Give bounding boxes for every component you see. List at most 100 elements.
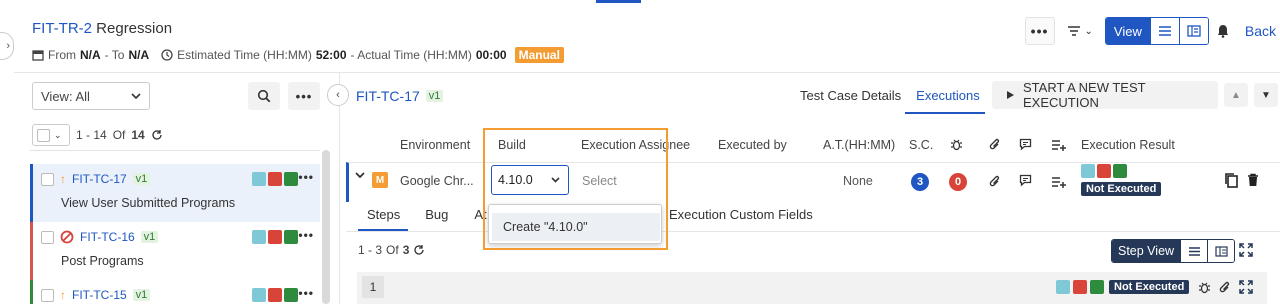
expand-sidebar-button[interactable]: › — [0, 32, 14, 60]
split-view-icon[interactable] — [1207, 240, 1235, 262]
row-more-button[interactable]: ••• — [298, 170, 314, 184]
manual-badge: Manual — [514, 47, 564, 63]
manual-type-badge: M — [372, 172, 388, 188]
list-view-icon[interactable] — [1149, 18, 1179, 44]
collapse-pane-button[interactable]: ‹ — [327, 84, 349, 106]
page-title: FIT-TR-2 Regression — [32, 20, 172, 37]
start-execution-label: START A NEW TEST EXECUTION — [1023, 80, 1146, 110]
comment-icon[interactable] — [1019, 174, 1032, 187]
col-execution-result: Execution Result — [1081, 138, 1175, 152]
row-checkbox[interactable] — [41, 230, 54, 244]
header-actions: ••• ⌄ View Back — [1024, 17, 1280, 45]
tab-bug[interactable]: Bug — [425, 207, 448, 222]
list-scrollbar[interactable] — [322, 150, 330, 304]
col-executed-by: Executed by — [718, 138, 787, 152]
filter-button[interactable]: ⌄ — [1063, 25, 1097, 37]
create-build-option[interactable]: Create "4.10.0" — [492, 213, 660, 241]
expand-icon[interactable] — [1239, 280, 1253, 294]
row-checkbox[interactable] — [41, 288, 54, 302]
steps-of-label: Of — [386, 243, 399, 257]
search-button[interactable] — [248, 82, 280, 110]
status-swatch — [252, 288, 266, 302]
row-more-button[interactable]: ••• — [298, 286, 314, 300]
tc-key[interactable]: FIT-TC-17 — [72, 172, 127, 186]
tc-key[interactable]: FIT-TC-16 — [80, 230, 135, 244]
previous-button[interactable]: ▲ — [1224, 83, 1248, 107]
pane-divider[interactable] — [339, 73, 340, 304]
attachment-icon — [989, 138, 1001, 151]
status-swatch — [268, 230, 282, 244]
chevron-right-icon: › — [6, 40, 10, 52]
active-nav-indicator — [596, 0, 641, 3]
tc-title: Post Programs — [61, 254, 144, 268]
chevron-down-icon — [131, 93, 141, 99]
list-item[interactable]: ↑ FIT-TC-15 v1 ••• — [30, 280, 320, 304]
col-assignee: Execution Assignee — [581, 138, 691, 152]
select-all-checkbox[interactable]: ⌄ — [32, 124, 70, 146]
split-view-icon[interactable] — [1178, 18, 1208, 44]
status-swatch — [1113, 164, 1127, 178]
more-actions-button[interactable]: ••• — [1024, 17, 1055, 45]
row-checkbox[interactable] — [41, 172, 54, 186]
status-swatch — [1090, 280, 1104, 294]
col-steps-count: S.C. — [909, 138, 934, 152]
tab-test-case-details[interactable]: Test Case Details — [800, 88, 901, 103]
attachment-icon[interactable] — [1219, 281, 1231, 294]
view-filter-select[interactable]: View: All — [32, 82, 150, 110]
next-button[interactable]: ▼ — [1254, 83, 1278, 107]
build-select[interactable]: 4.10.0 — [491, 165, 569, 195]
step-result[interactable]: Not Executed — [1056, 280, 1190, 294]
comment-icon — [1019, 138, 1032, 151]
assignee-select[interactable]: Select — [582, 174, 617, 188]
tab-steps[interactable]: Steps — [367, 207, 400, 222]
tab-attachments[interactable]: At — [474, 207, 486, 222]
result-status-badge: Not Executed — [1081, 182, 1162, 196]
tc-key[interactable]: FIT-TC-15 — [72, 288, 127, 302]
add-list-icon[interactable] — [1051, 175, 1067, 188]
delete-icon[interactable] — [1247, 173, 1259, 187]
search-icon — [257, 89, 271, 103]
view-label: View — [1105, 18, 1150, 44]
col-actual-time: A.T.(HH:MM) — [823, 138, 896, 152]
header-divider — [14, 72, 1280, 73]
build-value: 4.10.0 — [498, 173, 533, 187]
sub-tab-divider — [346, 231, 1280, 232]
tab-execution-custom-fields[interactable]: Execution Custom Fields — [669, 207, 813, 222]
execution-result[interactable]: Not Executed — [1081, 164, 1162, 196]
list-header: ⌄ 1 - 14 Of 14 — [32, 124, 163, 146]
start-execution-button[interactable]: START A NEW TEST EXECUTION — [992, 80, 1218, 110]
chevron-up-icon: ▲ — [1231, 89, 1241, 101]
status-swatch — [252, 172, 266, 186]
bug-icon[interactable] — [1198, 281, 1211, 294]
status-swatch — [268, 288, 282, 302]
row-more-button[interactable]: ••• — [298, 228, 314, 242]
from-value: N/A — [80, 48, 101, 62]
issue-key-link[interactable]: FIT-TR-2 — [32, 20, 92, 37]
status-swatch — [284, 288, 298, 302]
version-badge: v1 — [140, 231, 159, 243]
clock-icon — [161, 49, 173, 61]
steps-total: 3 — [402, 243, 410, 257]
status-swatch — [268, 172, 282, 186]
test-case-title: FIT-TC-17 v1 — [356, 88, 444, 104]
status-swatch — [284, 230, 298, 244]
list-view-icon[interactable] — [1180, 240, 1208, 262]
list-item[interactable]: ↑ FIT-TC-17 v1 View User Submitted Progr… — [30, 164, 320, 222]
status-swatches — [252, 230, 298, 244]
list-item[interactable]: FIT-TC-16 v1 Post Programs ••• — [30, 222, 320, 280]
result-swatches — [1081, 164, 1161, 178]
tc-key-link[interactable]: FIT-TC-17 — [356, 88, 420, 104]
expand-icon[interactable] — [1239, 243, 1253, 257]
defect-count-badge[interactable]: 0 — [949, 173, 967, 191]
tab-executions[interactable]: Executions — [916, 88, 980, 103]
detail-tabs: Test Case Details Executions — [800, 88, 980, 103]
copy-icon[interactable] — [1224, 172, 1238, 188]
refresh-icon[interactable] — [413, 244, 425, 256]
chevron-down-icon: ⌄ — [1084, 25, 1093, 37]
chevron-down-icon[interactable] — [355, 172, 365, 179]
list-more-button[interactable]: ••• — [288, 82, 320, 110]
refresh-icon[interactable] — [151, 129, 163, 141]
steps-count-badge[interactable]: 3 — [911, 173, 929, 191]
attachment-icon[interactable] — [989, 175, 1001, 188]
back-link[interactable]: Back — [1217, 23, 1276, 39]
